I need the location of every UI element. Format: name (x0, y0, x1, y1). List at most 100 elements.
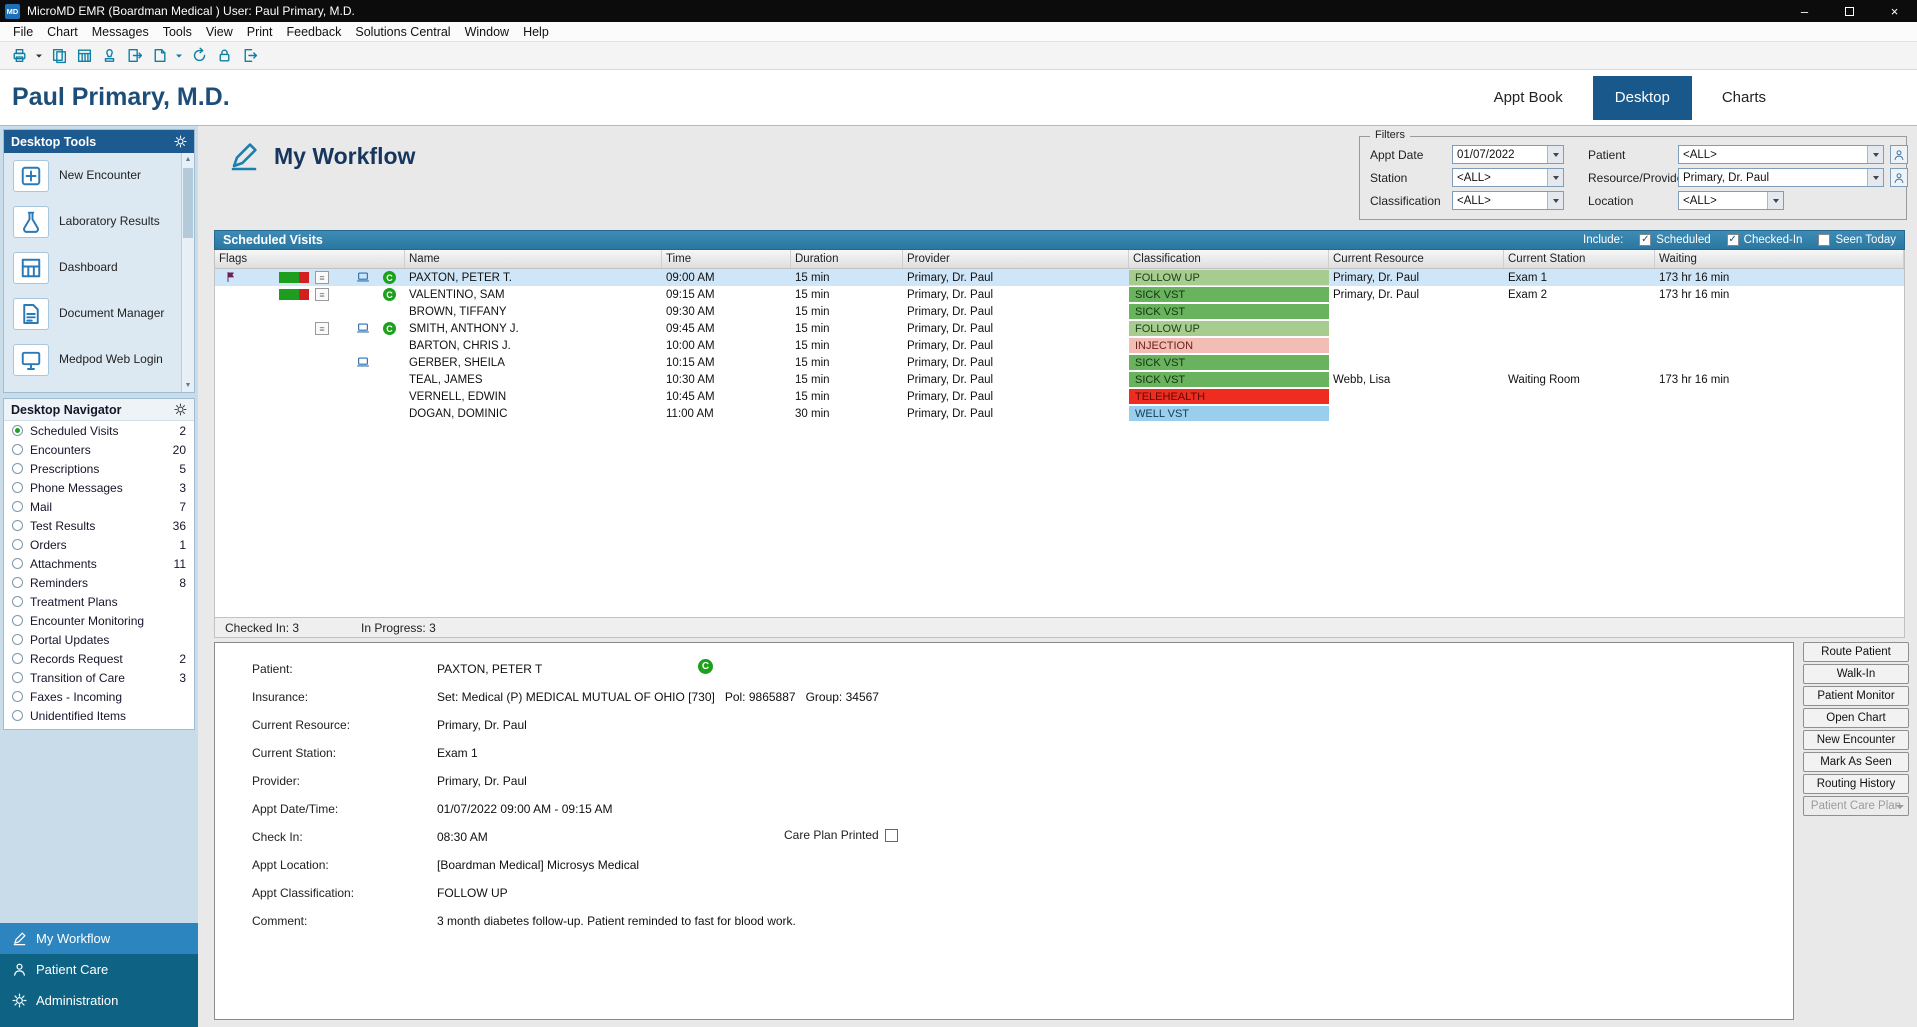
scroll-thumb[interactable] (183, 168, 193, 238)
visit-row-teal-james[interactable]: TEAL, JAMES 10:30 AM 15 min Primary, Dr. Pa… (215, 371, 1904, 388)
patient-select[interactable]: <ALL> (1678, 145, 1884, 164)
navigator-item-orders[interactable]: Orders 1 (4, 535, 194, 554)
minimize-button[interactable]: – (1782, 0, 1827, 22)
note-icon[interactable]: ≡ (315, 322, 329, 335)
menu-feedback[interactable]: Feedback (279, 22, 348, 41)
include-checked-in-checkbox[interactable]: ✓ Checked-In (1726, 234, 1802, 246)
gear-icon[interactable] (174, 403, 187, 416)
patient-care-plan-button[interactable]: Patient Care Plan (1803, 796, 1909, 816)
visit-row-brown-tiffany[interactable]: BROWN, TIFFANY 09:30 AM 15 min Primary, Dr.… (215, 303, 1904, 320)
navigator-item-transition-of-care[interactable]: Transition of Care 3 (4, 668, 194, 687)
tab-appt-book[interactable]: Appt Book (1490, 89, 1567, 106)
scroll-track[interactable] (182, 166, 194, 379)
refresh-icon[interactable] (188, 45, 210, 67)
mark-as-seen-button[interactable]: Mark As Seen (1803, 752, 1909, 772)
menu-window[interactable]: Window (458, 22, 516, 41)
schedule-grid-icon[interactable] (73, 45, 95, 67)
navigator-item-treatment-plans[interactable]: Treatment Plans (4, 592, 194, 611)
gear-icon[interactable] (174, 135, 187, 148)
new-document-icon[interactable] (148, 45, 170, 67)
tool-item-medpod-web-login[interactable]: Medpod Web Login (4, 337, 181, 383)
visit-row-paxton-peter-t[interactable]: ≡ C PAXTON, PETER T. 09:00 AM 15 min Primary,… (215, 269, 1904, 286)
print-icon[interactable] (8, 45, 30, 67)
chevron-down-icon[interactable] (1547, 192, 1563, 209)
tool-item-laboratory-results[interactable]: Laboratory Results (4, 199, 181, 245)
column-header-current-resource[interactable]: Current Resource (1329, 250, 1504, 268)
note-icon[interactable]: ≡ (315, 288, 329, 301)
visit-row-smith-anthony-j[interactable]: ≡ C SMITH, ANTHONY J. 09:45 AM 15 min Primary… (215, 320, 1904, 337)
note-icon[interactable]: ≡ (315, 271, 329, 284)
column-header-classification[interactable]: Classification (1129, 250, 1329, 268)
tab-desktop[interactable]: Desktop (1592, 75, 1692, 120)
menu-chart[interactable]: Chart (40, 22, 85, 41)
navigator-item-phone-messages[interactable]: Phone Messages 3 (4, 478, 194, 497)
close-button[interactable]: × (1872, 0, 1917, 22)
column-header-name[interactable]: Name (405, 250, 662, 268)
column-header-provider[interactable]: Provider (903, 250, 1129, 268)
menu-tools[interactable]: Tools (156, 22, 199, 41)
walk-in-button[interactable]: Walk-In (1803, 664, 1909, 684)
tab-charts[interactable]: Charts (1718, 89, 1770, 106)
sidebar-item-patient-care[interactable]: Patient Care (0, 954, 198, 985)
column-header-time[interactable]: Time (662, 250, 791, 268)
menu-file[interactable]: File (6, 22, 40, 41)
chevron-down-icon[interactable] (1547, 146, 1563, 163)
resource-provider-select[interactable]: Primary, Dr. Paul (1678, 168, 1884, 187)
include-scheduled-checkbox[interactable]: ✓ Scheduled (1639, 234, 1711, 246)
visit-row-valentino-sam[interactable]: ≡ C VALENTINO, SAM 09:15 AM 15 min Primary, D… (215, 286, 1904, 303)
tool-item-dashboard[interactable]: Dashboard (4, 245, 181, 291)
visit-row-dogan-dominic[interactable]: DOGAN, DOMINIC 11:00 AM 30 min Primary, Dr.… (215, 405, 1904, 422)
new-encounter-button[interactable]: New Encounter (1803, 730, 1909, 750)
column-header-duration[interactable]: Duration (791, 250, 903, 268)
navigator-item-faxes-incoming[interactable]: Faxes - Incoming (4, 687, 194, 706)
menu-messages[interactable]: Messages (85, 22, 156, 41)
navigator-item-encounter-monitoring[interactable]: Encounter Monitoring (4, 611, 194, 630)
navigator-item-encounters[interactable]: Encounters 20 (4, 440, 194, 459)
patient-monitor-button[interactable]: Patient Monitor (1803, 686, 1909, 706)
sign-encounter-icon[interactable] (98, 45, 120, 67)
import-document-icon[interactable] (123, 45, 145, 67)
navigator-item-mail[interactable]: Mail 7 (4, 497, 194, 516)
navigator-item-portal-updates[interactable]: Portal Updates (4, 630, 194, 649)
menu-print[interactable]: Print (240, 22, 280, 41)
station-select[interactable]: <ALL> (1452, 168, 1564, 187)
navigator-item-attachments[interactable]: Attachments 11 (4, 554, 194, 573)
chevron-down-icon[interactable] (1867, 146, 1883, 163)
resource-provider-lookup-button[interactable] (1890, 168, 1908, 187)
navigator-item-records-request[interactable]: Records Request 2 (4, 649, 194, 668)
location-select[interactable]: <ALL> (1678, 191, 1784, 210)
navigator-item-scheduled-visits[interactable]: Scheduled Visits 2 (4, 421, 194, 440)
scroll-up-icon[interactable]: ▲ (182, 153, 194, 166)
navigator-item-prescriptions[interactable]: Prescriptions 5 (4, 459, 194, 478)
chevron-down-icon[interactable] (1547, 169, 1563, 186)
desktop-tools-scrollbar[interactable]: ▲ ▼ (181, 153, 194, 392)
include-seen-today-checkbox[interactable]: Seen Today (1818, 234, 1896, 246)
open-chart-button[interactable]: Open Chart (1803, 708, 1909, 728)
route-patient-button[interactable]: Route Patient (1803, 642, 1909, 662)
sidebar-item-administration[interactable]: Administration (0, 985, 198, 1016)
routing-history-button[interactable]: Routing History (1803, 774, 1909, 794)
sidebar-item-my-workflow[interactable]: My Workflow (0, 923, 198, 954)
appt-date-select[interactable]: 01/07/2022 (1452, 145, 1564, 164)
classification-select[interactable]: <ALL> (1452, 191, 1564, 210)
tool-item-document-manager[interactable]: Document Manager (4, 291, 181, 337)
navigator-item-unidentified-items[interactable]: Unidentified Items (4, 706, 194, 725)
document-options-dropdown-icon[interactable] (173, 45, 185, 67)
menu-view[interactable]: View (199, 22, 240, 41)
logout-icon[interactable] (238, 45, 260, 67)
patient-lookup-button[interactable] (1890, 145, 1908, 164)
menu-solutions-central[interactable]: Solutions Central (348, 22, 457, 41)
batch-print-icon[interactable] (48, 45, 70, 67)
maximize-button[interactable] (1827, 0, 1872, 22)
visit-row-barton-chris-j[interactable]: BARTON, CHRIS J. 10:00 AM 15 min Primary, D… (215, 337, 1904, 354)
visit-row-gerber-sheila[interactable]: GERBER, SHEILA 10:15 AM 15 min Primary, Dr.… (215, 354, 1904, 371)
scroll-down-icon[interactable]: ▼ (182, 379, 194, 392)
visit-row-vernell-edwin[interactable]: VERNELL, EDWIN 10:45 AM 15 min Primary, Dr.… (215, 388, 1904, 405)
lock-icon[interactable] (213, 45, 235, 67)
column-header-current-station[interactable]: Current Station (1504, 250, 1655, 268)
care-plan-printed-checkbox[interactable] (884, 828, 898, 842)
menu-help[interactable]: Help (516, 22, 556, 41)
navigator-item-reminders[interactable]: Reminders 8 (4, 573, 194, 592)
chevron-down-icon[interactable] (1867, 169, 1883, 186)
tool-item-new-encounter[interactable]: New Encounter (4, 153, 181, 199)
